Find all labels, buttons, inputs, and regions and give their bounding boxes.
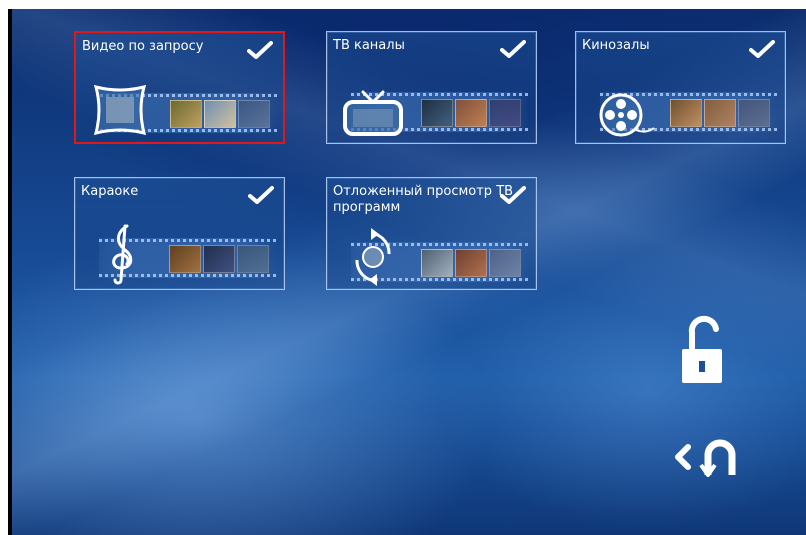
- checkmark-icon: [749, 40, 775, 58]
- tile-karaoke[interactable]: Караоке: [74, 177, 285, 290]
- tile-timeshift-tv[interactable]: Отложенный просмотр ТВ программ: [326, 177, 537, 290]
- tile-label: ТВ каналы: [333, 38, 405, 53]
- tile-tv-channels[interactable]: ТВ каналы: [326, 31, 537, 144]
- film-reel-icon: [599, 93, 655, 137]
- tile-label: Видео по запросу: [82, 39, 204, 54]
- unlock-icon[interactable]: [680, 315, 726, 385]
- treble-clef-icon: [112, 224, 133, 285]
- main-screen: Видео по запросу ТВ каналы Кинозалы Кара…: [8, 9, 806, 535]
- checkmark-icon: [247, 41, 273, 59]
- back-icon[interactable]: [672, 437, 748, 477]
- tile-video-on-demand[interactable]: Видео по запросу: [74, 31, 285, 144]
- checkmark-icon: [500, 40, 526, 58]
- checkmark-icon: [500, 186, 526, 204]
- timeshift-icon: [355, 228, 391, 286]
- film-icon: [93, 84, 147, 136]
- tile-label: Кинозалы: [582, 38, 650, 53]
- tile-cinema-halls[interactable]: Кинозалы: [575, 31, 786, 144]
- checkmark-icon: [248, 186, 274, 204]
- tile-label: Караоке: [81, 184, 139, 199]
- tv-icon: [343, 90, 403, 136]
